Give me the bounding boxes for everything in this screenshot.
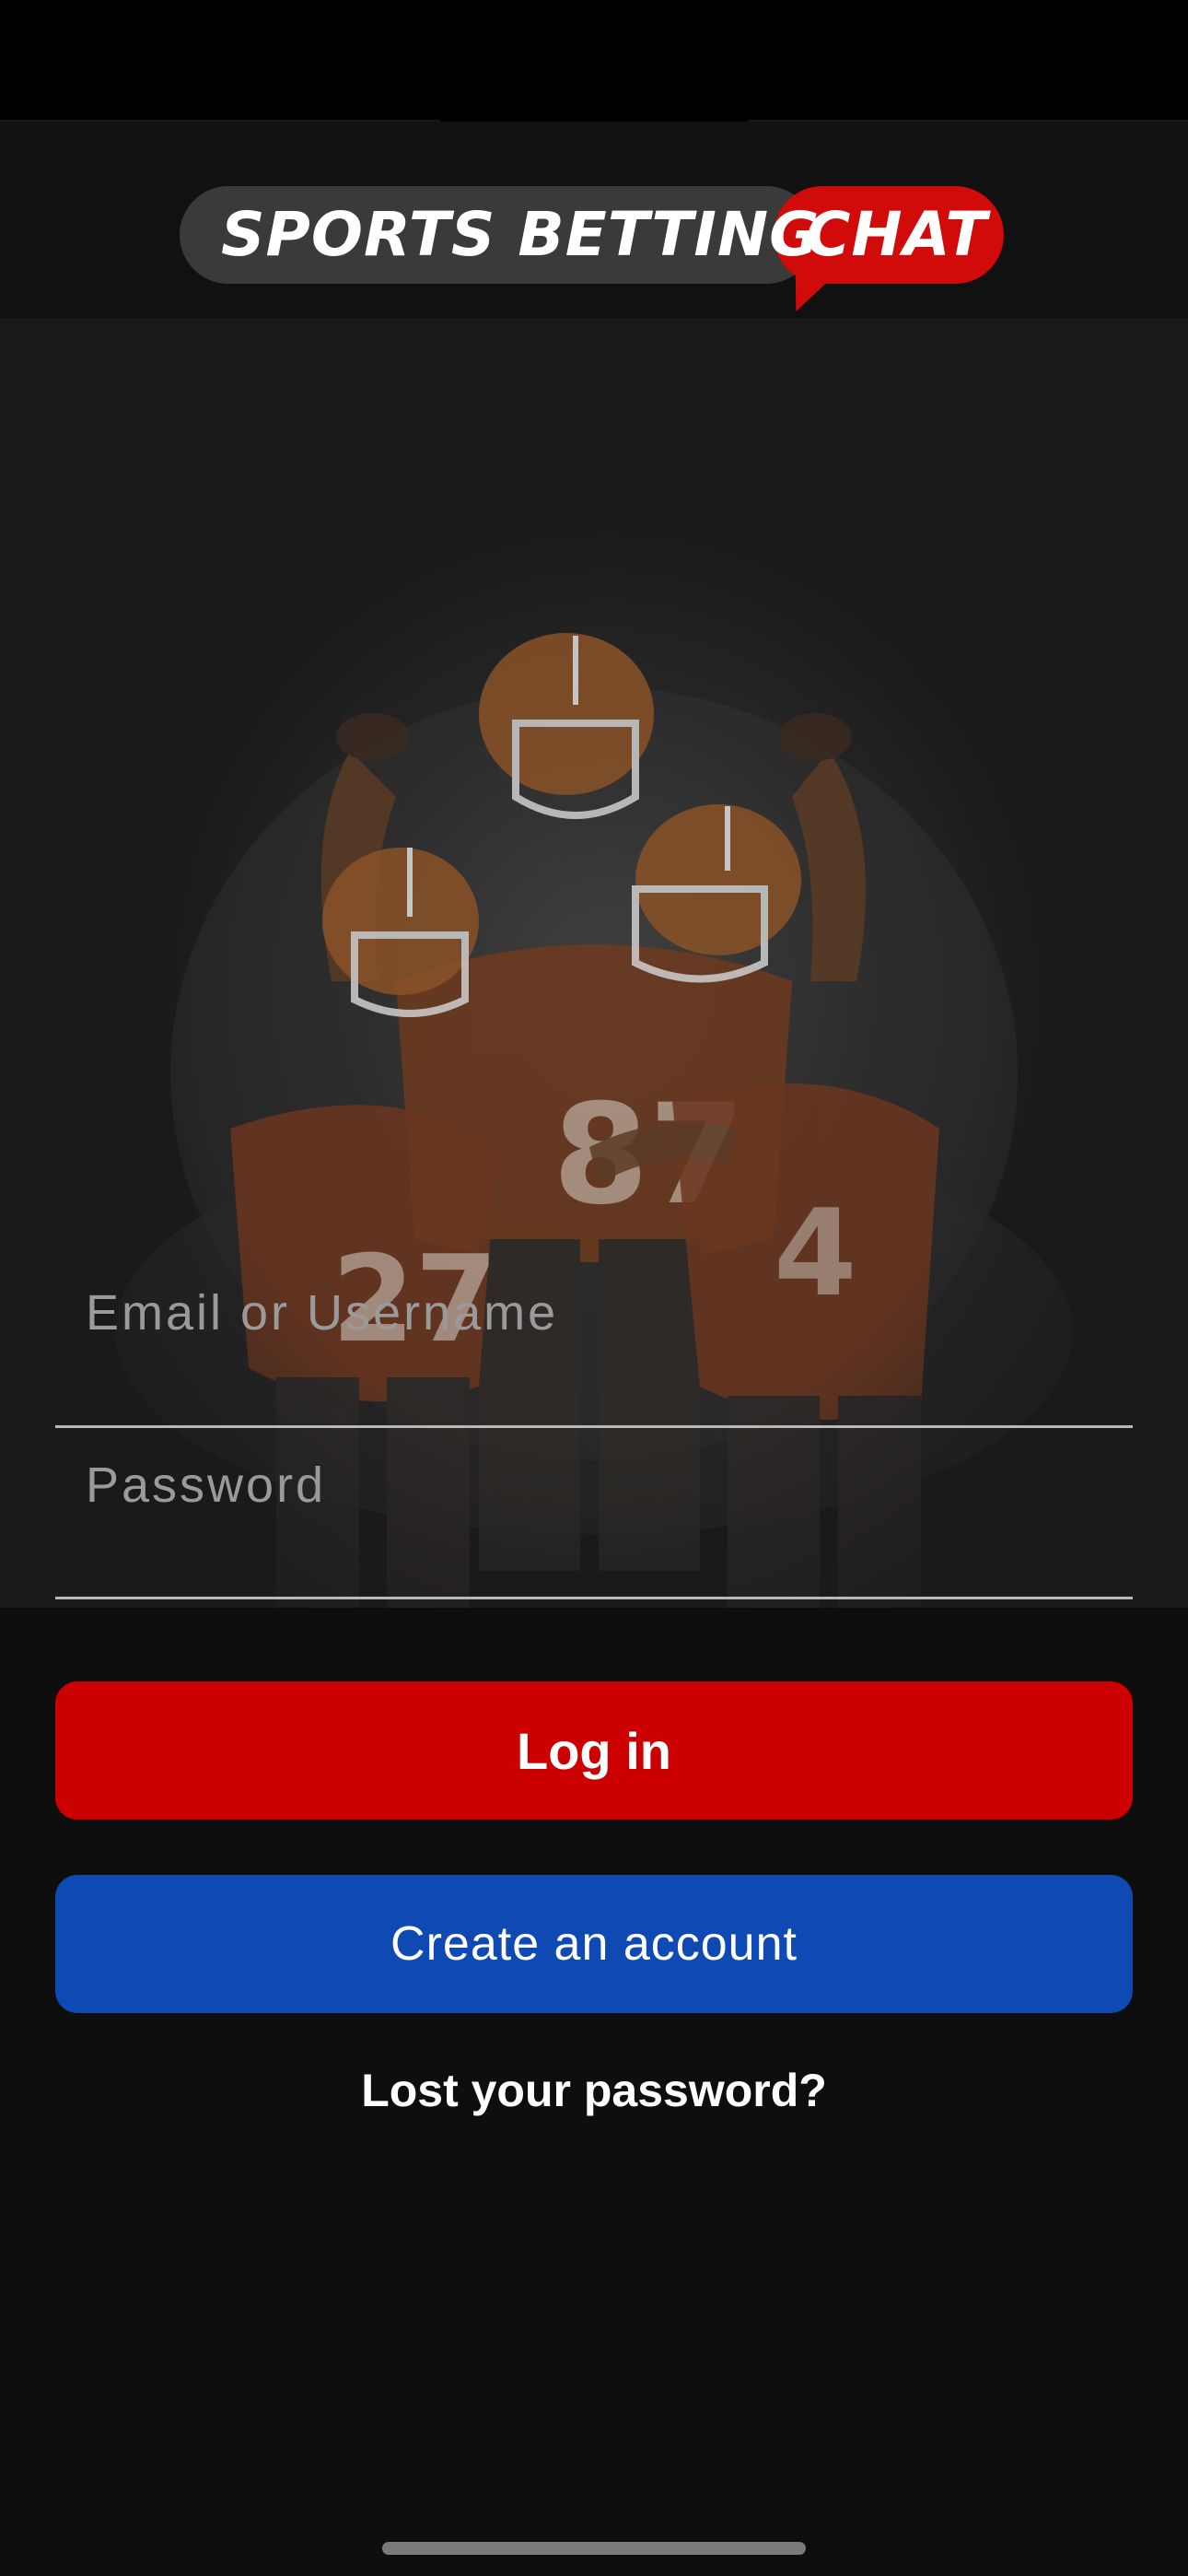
app-header: SPORTS BETTING CHAT — [0, 122, 1188, 318]
lost-password-link[interactable]: Lost your password? — [0, 2064, 1188, 2117]
hero-image: 87 27 4 — [0, 318, 1188, 1608]
logo-text-chat: CHAT — [806, 199, 988, 270]
email-underline — [55, 1425, 1133, 1428]
login-button[interactable]: Log in — [55, 1681, 1133, 1820]
login-button-label: Log in — [517, 1721, 671, 1780]
football-players-illustration: 87 27 4 — [0, 318, 1188, 1608]
logo-text-sports-betting: SPORTS BETTING — [221, 199, 821, 270]
password-input[interactable] — [55, 1448, 1133, 1522]
create-account-button-label: Create an account — [390, 1917, 798, 1971]
create-account-button[interactable]: Create an account — [55, 1875, 1133, 2013]
email-field-container — [55, 1276, 1133, 1350]
password-field-container — [55, 1448, 1133, 1522]
home-indicator[interactable] — [382, 2542, 806, 2555]
email-input[interactable] — [55, 1276, 1133, 1350]
password-underline — [55, 1597, 1133, 1599]
sports-betting-chat-logo: SPORTS BETTING CHAT — [180, 186, 1008, 311]
